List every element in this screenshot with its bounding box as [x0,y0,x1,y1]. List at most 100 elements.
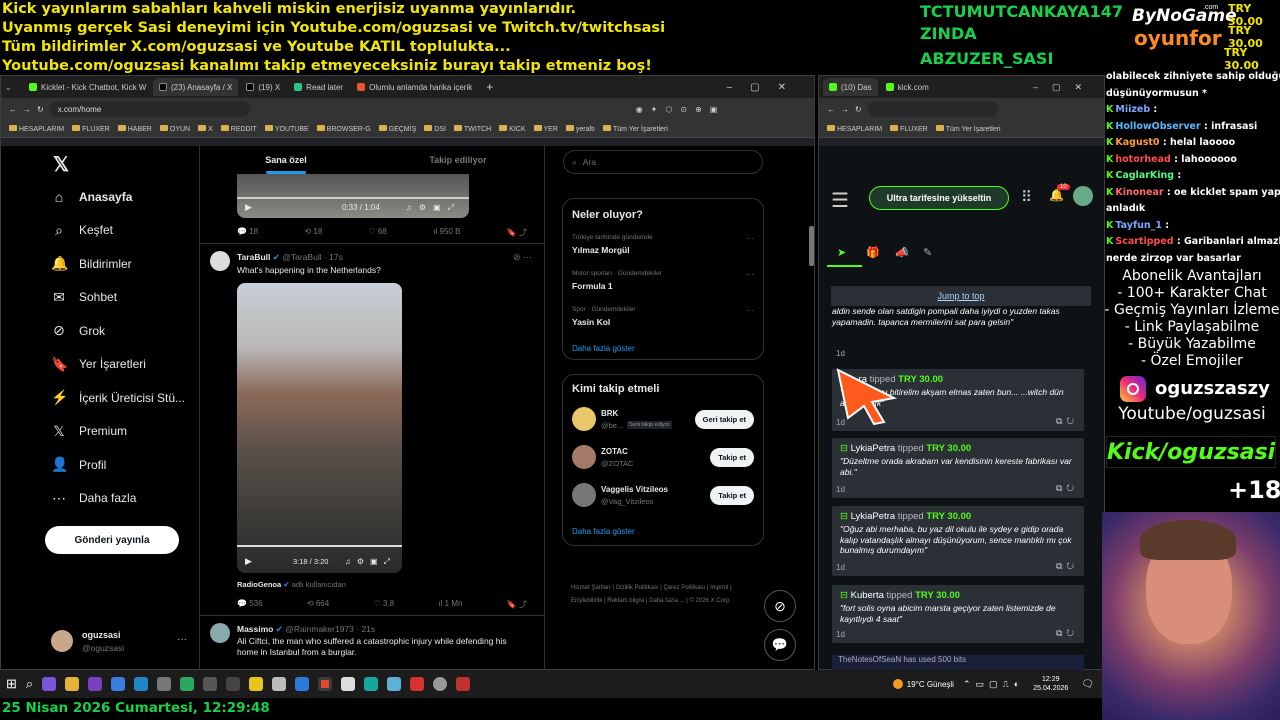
footer-link[interactable]: Çerez Politikası [664,585,706,591]
reload-icon[interactable]: ↻ [37,105,44,114]
app-icon[interactable] [111,677,126,691]
follow-button[interactable]: Geri takip et [694,410,754,429]
repost-count[interactable]: ⟲ 664 [307,599,329,610]
search-input[interactable]: ⌕ Ara [563,150,763,174]
footer-link[interactable]: Imprint [710,585,728,591]
url-field[interactable]: x.com/home [49,101,250,117]
app-icon[interactable] [203,677,218,691]
avatar[interactable] [210,251,230,271]
explorer-icon[interactable] [65,677,80,691]
view-count[interactable]: ıl 950 B [433,227,460,238]
start-icon[interactable]: ⊞ [6,676,17,692]
author-name[interactable]: Massimo [237,624,273,634]
x-logo-icon[interactable]: 𝕏 [53,152,69,177]
tipper-name[interactable]: LykiaPetra [851,443,896,454]
bookmark-item[interactable]: OYUN [159,124,190,133]
bookmark-item[interactable]: BROWSER-G [316,124,371,133]
copy-replay-icons[interactable]: ⧉↻ [1056,416,1078,427]
copy-replay-icons[interactable]: ⧉↻ [1056,561,1078,572]
play-icon[interactable]: ▶ [245,556,252,567]
app-icon[interactable] [364,677,379,691]
follow-name[interactable]: ZOTAC [601,447,628,456]
vivaldi-icon[interactable] [410,677,425,691]
bookmark-item[interactable]: HABER [117,124,152,133]
nav-home[interactable]: ⌂ Anasayfa [51,180,201,214]
edge-icon[interactable] [134,677,149,691]
system-clock[interactable]: 12:29 25.04.2026 [1033,675,1068,693]
reply-count[interactable]: 💬 18 [237,227,258,238]
nav-creator-studio[interactable]: ⚡ İçerik Üreticisi Stü... [51,381,201,415]
bookmark-item[interactable]: DSİ [424,124,446,133]
send-icon[interactable]: ➤ [837,246,846,259]
trend-name[interactable]: Yılmaz Morgül [572,245,630,255]
back-icon[interactable]: ← [9,105,17,114]
follow-name[interactable]: Vaggelis Vitzileos [601,485,668,494]
avatar[interactable] [572,483,596,507]
megaphone-icon[interactable]: 📣 [895,246,909,259]
video-progress[interactable] [237,545,402,547]
camera-icon[interactable] [157,677,172,691]
trend-name[interactable]: Yasin Kol [572,317,610,327]
follow-name[interactable]: BRK [601,409,618,418]
forward-icon[interactable]: → [841,105,849,114]
chrome-icon[interactable] [318,677,333,691]
app-icon[interactable] [341,677,356,691]
reply-count[interactable]: 💬 536 [237,599,263,610]
extension-icons[interactable]: ◉✦⬡⊙⊕▣ [636,105,726,114]
tipper-name[interactable]: Kuberta [851,590,884,601]
back-icon[interactable]: ← [827,105,835,114]
grok-icon[interactable]: ⊘ ··· [513,252,532,263]
play-icon[interactable]: ▶ [245,202,252,213]
video-progress[interactable] [237,197,469,199]
bookmark-item[interactable]: X [198,124,213,133]
view-count[interactable]: ıl 1 Mn [438,599,462,610]
copy-replay-icons[interactable]: ⧉↻ [1056,628,1078,639]
more-icon[interactable]: ··· [746,306,754,315]
follow-button[interactable]: Takip et [710,486,754,505]
nav-premium[interactable]: 𝕏 Premium [51,415,201,449]
footer-link[interactable]: Gizlilik Politikası [616,585,659,591]
video-player-1[interactable]: ▶ 0:33 / 1:04 ♫⚙▣⤢ [237,174,469,218]
show-more-link[interactable]: Daha fazla göster [572,527,635,536]
messages-fab-icon[interactable]: 💬 [764,629,796,661]
window-controls[interactable]: –▢✕ [1033,82,1096,93]
bell-icon[interactable]: 🔔 [1049,188,1064,202]
app-icon[interactable] [180,677,195,691]
footer-link[interactable]: Reklam bilgisi [607,598,644,604]
app-icon[interactable] [387,677,402,691]
search-icon[interactable]: ⌕ [26,676,33,692]
tab-following[interactable]: Takip ediliyor [372,146,544,174]
nav-profile[interactable]: 👤 Profil [51,448,201,482]
avatar[interactable] [1073,186,1093,206]
bookmark-item[interactable]: KICK [499,124,526,133]
app-icon[interactable] [295,677,310,691]
onenote-icon[interactable] [88,677,103,691]
tab-x[interactable]: (19) X [240,78,286,96]
bookmark-item[interactable]: TWITCH [453,124,491,133]
author-name[interactable]: TaraBull [237,252,270,262]
tab-kick[interactable]: kick.com [880,78,935,96]
forward-icon[interactable]: → [23,105,31,114]
more-icon[interactable]: ··· [746,270,754,279]
app-icon[interactable] [226,677,241,691]
jump-to-top-link[interactable]: Jump to top [831,286,1091,306]
menu-icon[interactable]: ☰ [831,188,849,213]
grok-fab-icon[interactable]: ⊘ [764,590,796,622]
bookmark-item[interactable]: yeraltı [565,124,595,133]
gift-icon[interactable]: 🎁 [866,246,880,259]
footer-link[interactable]: Erişilebilirlik [571,598,602,604]
more-icon[interactable]: ··· [746,234,754,243]
nav-explore[interactable]: ⌕ Keşfet [51,214,201,248]
bookmark-item[interactable]: REDDIT [220,124,257,133]
footer-link[interactable]: Daha fazla ... [649,598,684,604]
tab-for-you[interactable]: Sana özel [200,146,372,174]
footer-link[interactable]: Hizmet Şartları [571,585,611,591]
avatar[interactable] [572,407,596,431]
tab-x-home[interactable]: (23) Anasayfa / X [153,78,239,96]
bookmark-item[interactable]: GEÇMİŞ [378,124,416,133]
avatar[interactable] [572,445,596,469]
bookmark-item[interactable]: HESAPLARIM [827,124,882,133]
new-tab-icon[interactable]: + [486,80,493,94]
bookmark-item[interactable]: FLUXER [890,124,928,133]
scrollbar[interactable] [809,226,814,266]
